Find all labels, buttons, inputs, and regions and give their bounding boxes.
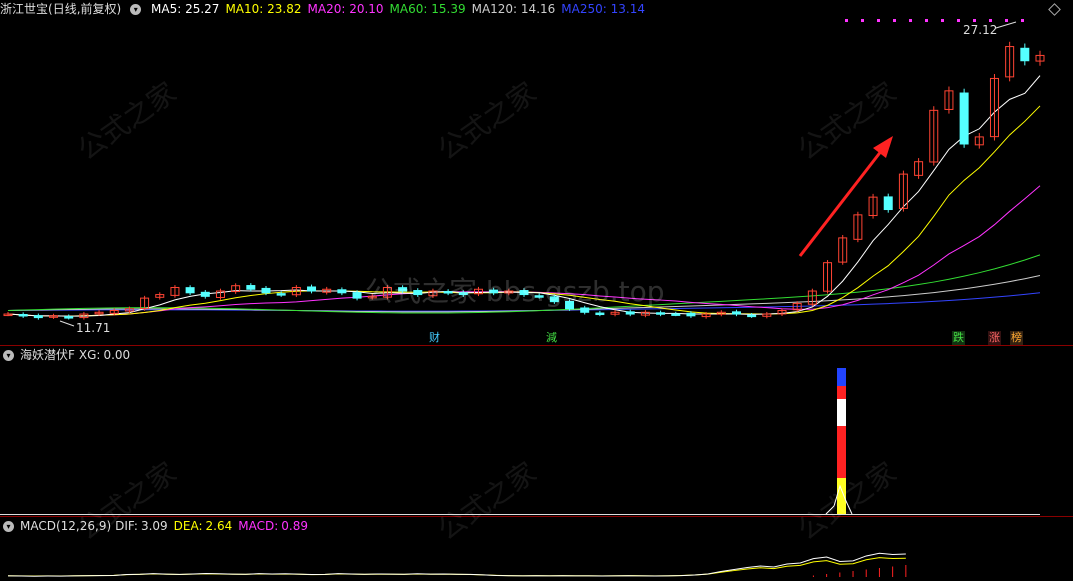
candle [489, 289, 499, 294]
high-pointer [995, 21, 1017, 29]
signal-dot [845, 19, 848, 22]
candle [565, 300, 575, 310]
candle [883, 196, 893, 211]
macd-pane[interactable]: ▾ MACD(12,26,9) DIF: 3.09 DEA: 2.64 MACD: 0.89 [0, 517, 1073, 581]
candle [731, 311, 741, 315]
signal-dot [1005, 19, 1008, 22]
arrow-head [873, 136, 893, 158]
candle [656, 312, 666, 315]
candle [580, 307, 590, 313]
event-badge[interactable]: 減 [545, 331, 558, 345]
candle [1020, 47, 1030, 62]
signal-dot [909, 19, 912, 22]
candle [33, 315, 43, 319]
candle [443, 291, 453, 294]
indicator-chart [0, 368, 1040, 515]
macd-chart [7, 552, 907, 577]
signal-bar-segment [837, 368, 846, 386]
signal-dot [973, 19, 976, 22]
event-badge[interactable]: 财 [428, 331, 441, 345]
signal-dot [941, 19, 944, 22]
low-price-label: 11.71 [76, 321, 111, 335]
signal-dot [957, 19, 960, 22]
candle [276, 293, 286, 296]
signal-bar-segment [837, 399, 846, 426]
signal-bar-segment [837, 386, 846, 399]
candle [337, 289, 347, 294]
signal-bar-segment [837, 426, 846, 478]
high-price-label: 27.12 [963, 23, 998, 37]
signal-dot [1021, 19, 1024, 22]
candle [352, 292, 362, 299]
signal-dot [989, 19, 992, 22]
event-badge[interactable]: 榜 [1010, 331, 1023, 345]
candle [185, 287, 195, 294]
signal-dot [861, 19, 864, 22]
signal-dot [925, 19, 928, 22]
candle [458, 292, 468, 296]
candle [18, 314, 28, 317]
arrow-shaft [798, 149, 884, 257]
candle [413, 290, 423, 296]
candle [398, 287, 408, 292]
candle [534, 295, 544, 298]
candle [671, 313, 681, 316]
ma10-line [7, 105, 1041, 317]
ma5-line [7, 75, 1041, 317]
candle [307, 286, 317, 292]
event-badge[interactable]: 跌 [952, 331, 965, 345]
candle [959, 92, 969, 145]
candle [686, 312, 696, 317]
candle [64, 316, 74, 319]
price-pane[interactable]: 浙江世宝(日线,前复权) ▾ MA5: 25.27 MA10: 23.82 MA20:… [0, 0, 1073, 345]
candle [519, 290, 529, 296]
signal-dot [877, 19, 880, 22]
event-badge[interactable]: 涨 [988, 331, 1001, 345]
candle [261, 287, 271, 294]
price-chart [3, 19, 1045, 327]
dif-line [7, 552, 906, 577]
signal-bar-segment [837, 478, 846, 514]
signal-dot [893, 19, 896, 22]
candle [595, 312, 605, 316]
candle [200, 291, 210, 297]
candle [549, 296, 559, 303]
indicator-pane[interactable]: ▾ 海妖潜伏F XG: 0.00 [0, 346, 1073, 516]
candle [246, 285, 256, 290]
low-pointer [59, 320, 75, 327]
candle [747, 314, 757, 318]
candle [625, 311, 635, 315]
